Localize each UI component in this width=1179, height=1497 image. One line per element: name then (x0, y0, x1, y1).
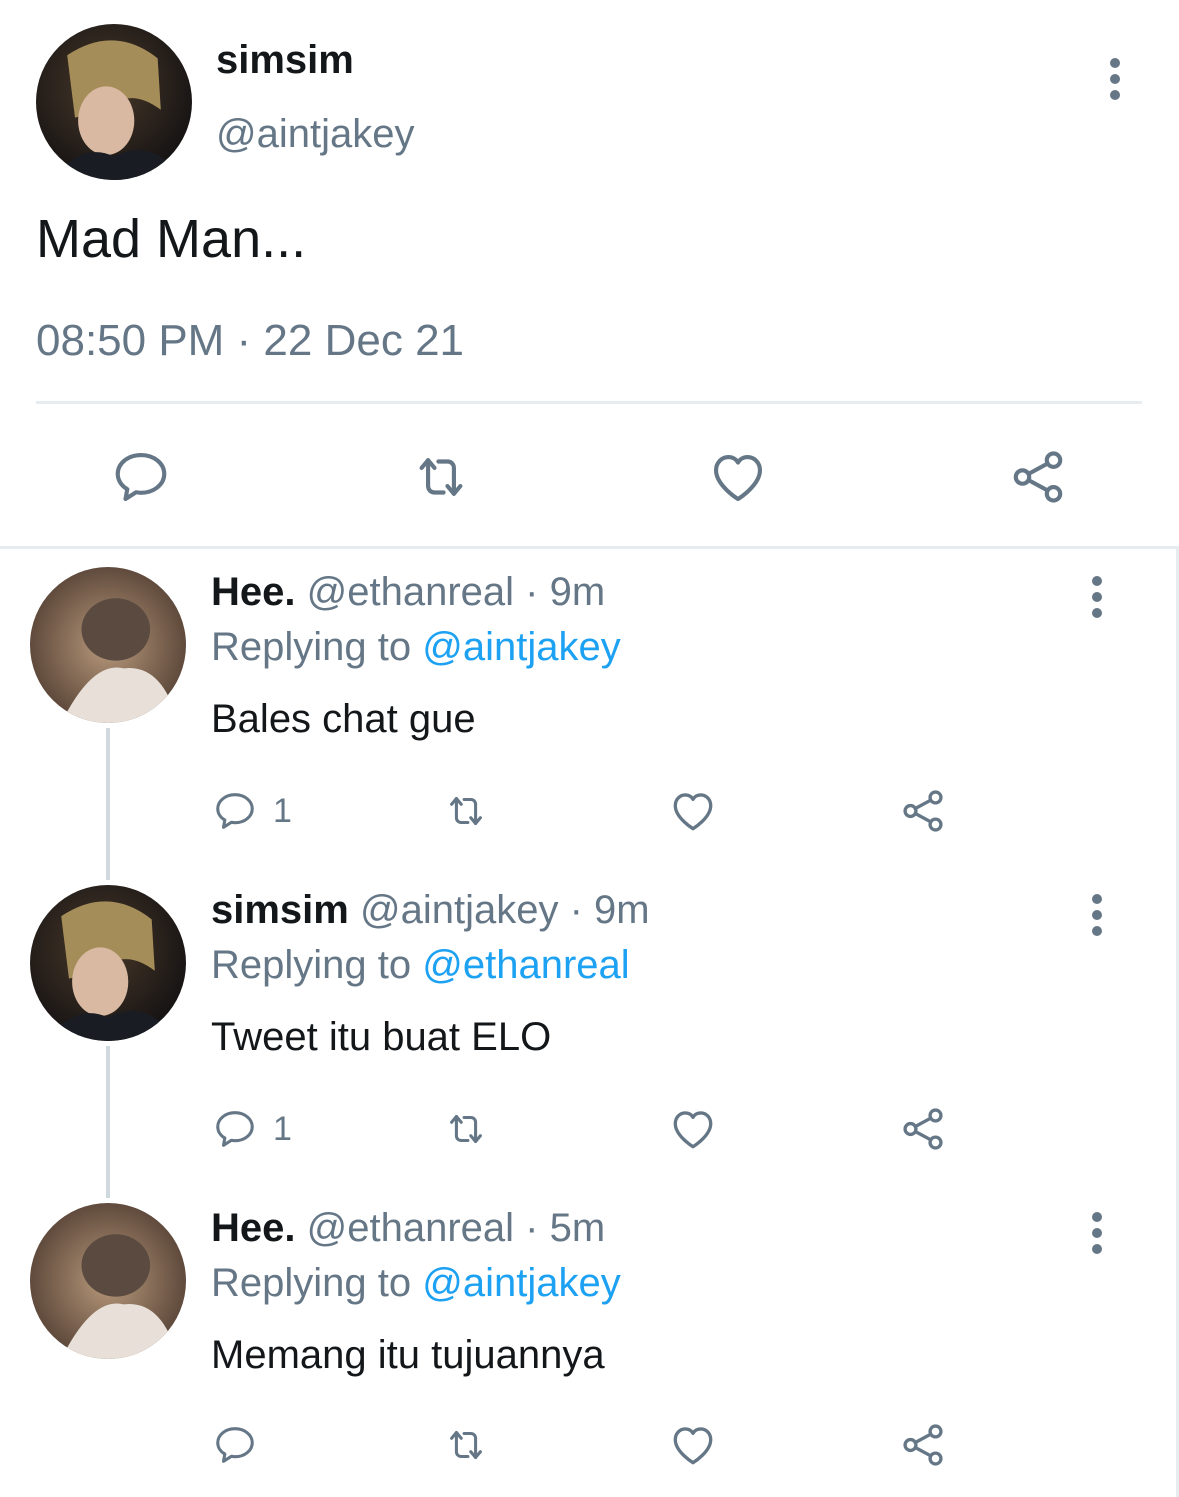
reply-text: Memang itu tujuannya (211, 1333, 605, 1377)
more-options-icon[interactable] (1082, 576, 1112, 618)
reply-meta: @ethanreal · 9m (306, 570, 606, 614)
share-icon[interactable] (1006, 446, 1070, 508)
mention-link[interactable]: @aintjakey (422, 625, 620, 669)
share-icon[interactable] (898, 1420, 948, 1470)
share-icon[interactable] (898, 1104, 948, 1154)
thread-connector (106, 1046, 110, 1198)
tweet-timestamp[interactable]: 08:50 PM · 22 Dec 21 (36, 316, 464, 366)
replying-to: Replying to @ethanreal (211, 943, 630, 988)
replying-to: Replying to @aintjakey (211, 625, 621, 670)
retweet-icon[interactable] (440, 788, 492, 834)
like-icon[interactable] (668, 1420, 718, 1470)
retweet-icon[interactable] (440, 1106, 492, 1152)
author-name[interactable]: simsim (216, 38, 354, 83)
more-options-icon[interactable] (1082, 894, 1112, 936)
avatar[interactable] (30, 885, 186, 1041)
reply-count: 1 (273, 792, 292, 830)
mention-link[interactable]: @ethanreal (422, 943, 629, 987)
reply-count: 1 (273, 1110, 292, 1148)
replying-label: Replying to (211, 625, 412, 669)
more-options-icon[interactable] (1082, 1212, 1112, 1254)
like-icon[interactable] (668, 786, 718, 836)
avatar[interactable] (30, 1203, 186, 1359)
replying-label: Replying to (211, 1261, 412, 1305)
reply-meta: @ethanreal · 5m (306, 1206, 606, 1250)
comment-icon[interactable] (212, 788, 258, 834)
reply-author-name[interactable]: simsim (211, 888, 349, 932)
comment-icon[interactable] (212, 1422, 258, 1468)
like-icon[interactable] (706, 446, 770, 508)
section-divider (0, 546, 1179, 549)
reply-text: Tweet itu buat ELO (211, 1015, 552, 1059)
reply-header: Hee. @ethanreal · 9m (211, 570, 605, 615)
retweet-icon[interactable] (440, 1422, 492, 1468)
divider (36, 401, 1142, 404)
avatar[interactable] (30, 567, 186, 723)
main-tweet: simsim @aintjakey Mad Man... 08:50 PM · … (0, 0, 1179, 548)
retweet-icon[interactable] (408, 446, 474, 508)
reply-author-name[interactable]: Hee. (211, 570, 296, 614)
replying-label: Replying to (211, 943, 412, 987)
reply-author-name[interactable]: Hee. (211, 1206, 296, 1250)
reply-text: Bales chat gue (211, 697, 476, 741)
more-options-icon[interactable] (1100, 58, 1130, 100)
avatar[interactable] (36, 24, 192, 180)
tweet-text: Mad Man... (36, 209, 307, 269)
comment-icon[interactable] (212, 1106, 258, 1152)
reply-header: simsim @aintjakey · 9m (211, 888, 650, 933)
thread-connector (106, 728, 110, 880)
reply-header: Hee. @ethanreal · 5m (211, 1206, 605, 1251)
share-icon[interactable] (898, 786, 948, 836)
mention-link[interactable]: @aintjakey (422, 1261, 620, 1305)
reply-meta: @aintjakey · 9m (359, 888, 650, 932)
replying-to: Replying to @aintjakey (211, 1261, 621, 1306)
author-handle[interactable]: @aintjakey (216, 112, 414, 157)
comment-icon[interactable] (110, 446, 172, 508)
like-icon[interactable] (668, 1104, 718, 1154)
